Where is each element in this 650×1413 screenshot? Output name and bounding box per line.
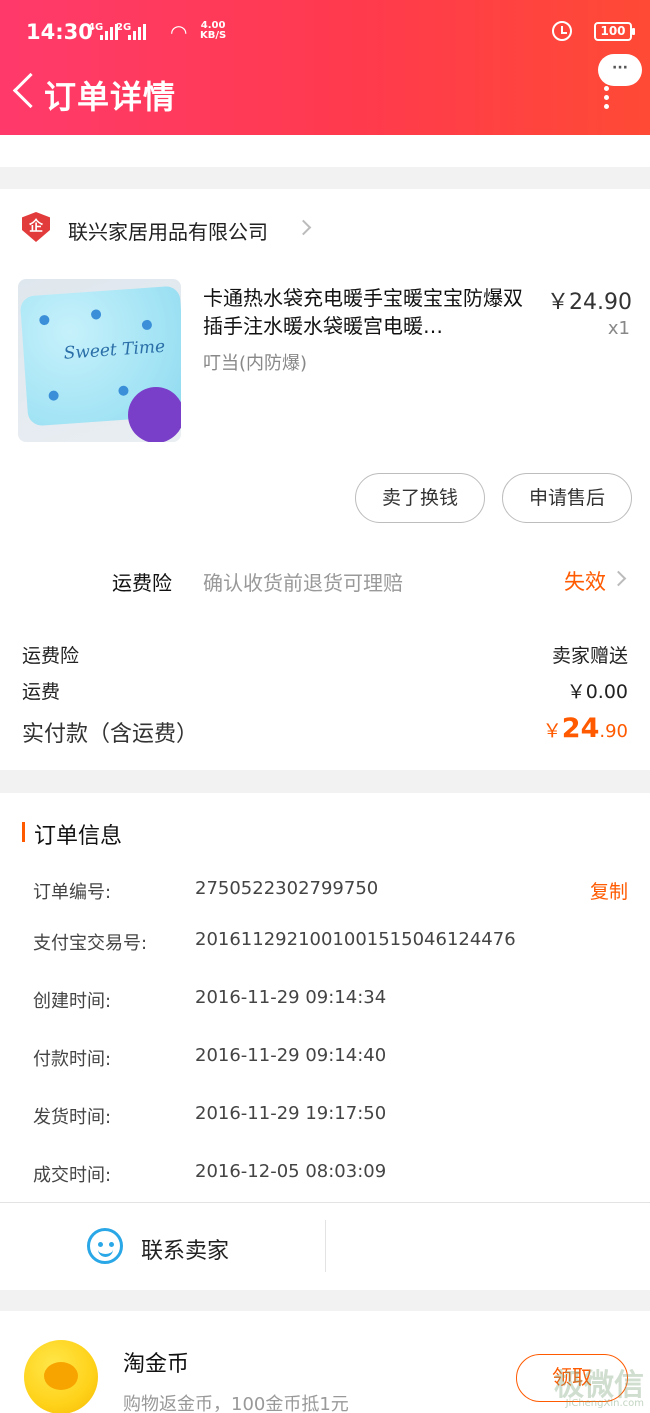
shipping-insurance-label: 运费险 [112, 571, 172, 595]
taojinbi-desc: 购物返金币，100金币抵1元 [123, 1394, 349, 1413]
paid-total-value: ￥24.90 [542, 713, 628, 744]
status-time: 14:30 [26, 20, 93, 44]
net-speed: 4.00 KB/S [200, 20, 227, 41]
page-title: 订单详情 [44, 78, 177, 116]
gold-coin-icon [24, 1340, 98, 1413]
cost-shipping-label: 运费 [22, 681, 61, 703]
alipay-trade-label: 支付宝交易号: [33, 933, 148, 954]
shipped-time-label: 发货时间: [33, 1107, 112, 1128]
product-price: ￥24.90 [547, 290, 632, 315]
header-spacer [0, 135, 650, 167]
after-sale-button[interactable]: 申请售后 [502, 473, 632, 523]
order-info-title: 订单信息 [22, 818, 122, 850]
contact-seller-button[interactable]: 联系卖家 [141, 1233, 229, 1265]
order-number-value: 2750522302799750 [195, 878, 379, 899]
alipay-trade-value: 2016112921001001515046124476 [195, 929, 516, 950]
divider [0, 1202, 650, 1203]
shipping-insurance-desc: 确认收货前退货可理赔 [203, 571, 403, 595]
sell-button[interactable]: 卖了换钱 [355, 473, 485, 523]
wifi-icon: ◠ [170, 20, 188, 44]
back-button[interactable] [10, 72, 40, 112]
paid-time-value: 2016-11-29 09:14:40 [195, 1045, 387, 1066]
status-bar: 14:30 4G 2G ◠ 4.00 KB/S 100 [26, 20, 635, 48]
cost-insurance-label: 运费险 [22, 645, 80, 667]
order-number-label: 订单编号: [33, 882, 112, 903]
completed-time-label: 成交时间: [33, 1165, 112, 1186]
product-image-text: Sweet Time [63, 336, 166, 364]
paid-total-label: 实付款（含运费） [22, 722, 199, 747]
product-title[interactable]: 卡通热水袋充电暖手宝暖宝宝防爆双插手注水暖水袋暖宫电暖… [203, 284, 528, 340]
product-quantity: x1 [607, 318, 630, 339]
more-bubble-button[interactable]: ··· [598, 54, 642, 86]
paid-time-label: 付款时间: [33, 1049, 112, 1070]
kebab-menu-icon[interactable] [604, 86, 610, 110]
watermark-url: JiChengXin.com [565, 1398, 644, 1409]
copy-button[interactable]: 复制 [590, 877, 628, 904]
created-time-value: 2016-11-29 09:14:34 [195, 987, 387, 1008]
completed-time-value: 2016-12-05 08:03:09 [195, 1161, 387, 1182]
product-image[interactable]: Sweet Time [18, 279, 181, 442]
alarm-icon [552, 21, 572, 41]
cost-insurance-value: 卖家赠送 [551, 645, 628, 667]
plug-icon [128, 387, 181, 442]
order-info-card [0, 793, 650, 1290]
vertical-divider [325, 1220, 326, 1272]
product-variant: 叮当(内防爆) [203, 353, 308, 374]
cost-shipping-value: ￥0.00 [566, 681, 628, 703]
shipped-time-value: 2016-11-29 19:17:50 [195, 1103, 387, 1124]
created-time-label: 创建时间: [33, 991, 112, 1012]
shipping-insurance-status[interactable]: 失效 [564, 566, 606, 596]
battery-icon: 100 [594, 22, 635, 41]
app-header: 14:30 4G 2G ◠ 4.00 KB/S 100 订单详情 ··· [0, 0, 650, 135]
shop-name: 联兴家居用品有限公司 [68, 220, 268, 244]
signal-icon-2 [128, 24, 146, 40]
taojinbi-title: 淘金币 [123, 1352, 190, 1377]
chat-smile-icon[interactable] [87, 1228, 123, 1264]
